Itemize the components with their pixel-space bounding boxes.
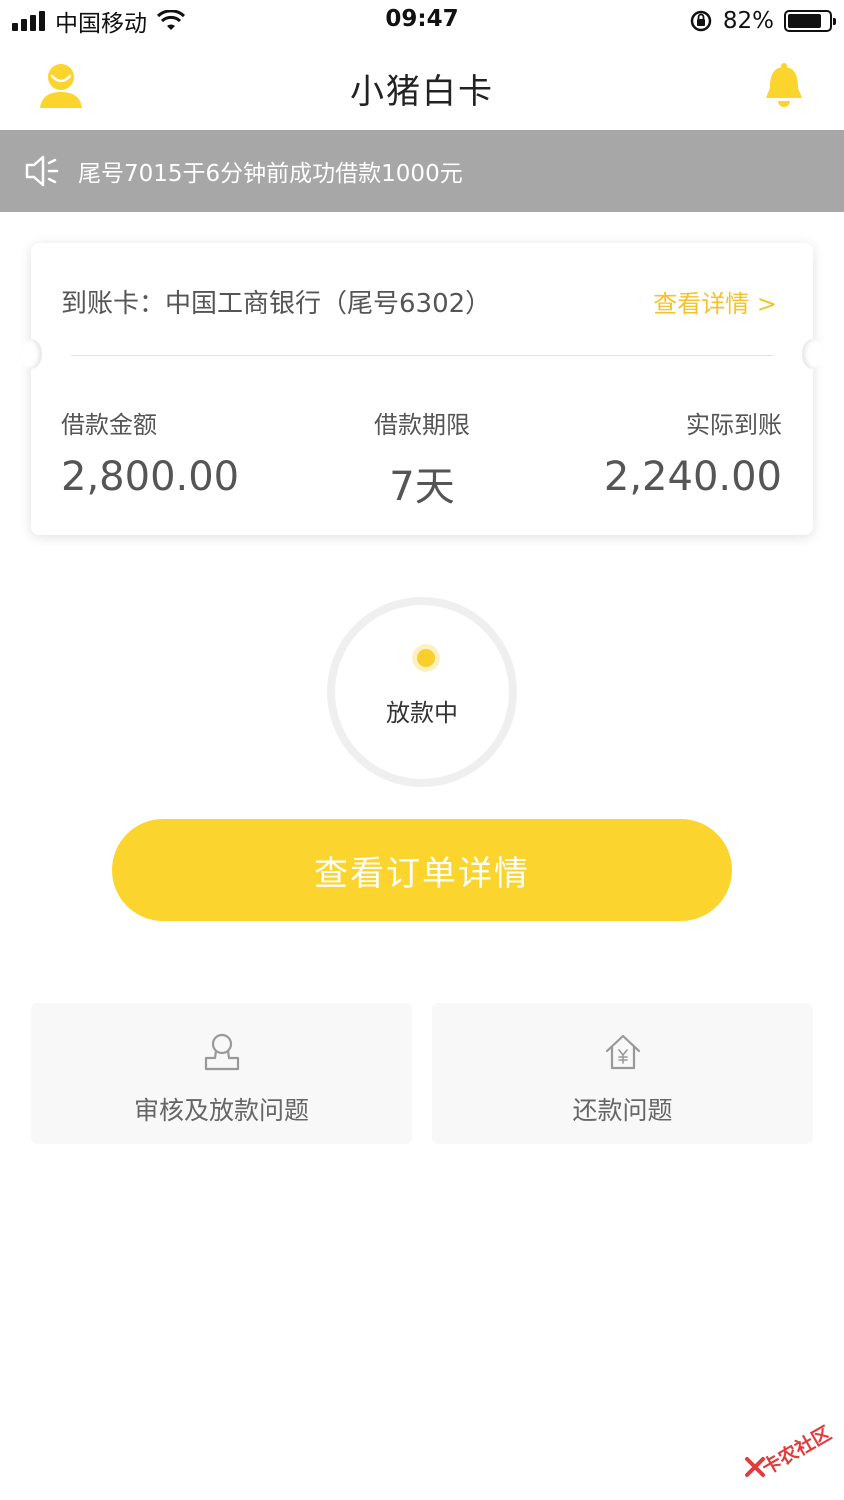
- actual-received-label: 实际到账: [686, 411, 782, 439]
- card-notch-right: [802, 339, 824, 369]
- house-yen-icon: [605, 1034, 641, 1070]
- person-icon: [204, 1033, 240, 1071]
- nav-bar: 小猪白卡: [0, 44, 844, 130]
- status-dot-icon: [417, 649, 435, 667]
- battery-percent: 82%: [722, 8, 774, 34]
- disbursement-status-ring: 放款中: [327, 597, 517, 787]
- loan-info-card: 到账卡：中国工商银行（尾号6302） 查看详情 > 借款金额 2,800.00 …: [20, 243, 824, 535]
- watermark: 卡农社区: [740, 1420, 840, 1490]
- repayment-help-tile[interactable]: 还款问题: [432, 1003, 813, 1144]
- speaker-icon: [25, 155, 59, 187]
- repayment-label: 还款问题: [572, 1096, 673, 1125]
- battery-icon: [784, 10, 836, 32]
- account-row: 到账卡：中国工商银行（尾号6302） 查看详情 >: [61, 283, 777, 319]
- rotation-lock-icon: [690, 10, 712, 32]
- page-title: 小猪白卡: [350, 72, 494, 112]
- notice-text: 尾号7015于6分钟前成功借款1000元: [78, 161, 463, 187]
- notice-bar: 尾号7015于6分钟前成功借款1000元: [0, 130, 844, 212]
- divider: [71, 355, 773, 356]
- card-notch-left: [20, 339, 42, 369]
- status-text: 放款中: [386, 699, 458, 727]
- status-right: 82%: [689, 6, 836, 36]
- bell-icon[interactable]: [762, 62, 806, 110]
- actual-received-value: 2,240.00: [603, 454, 782, 500]
- view-order-details-button[interactable]: 查看订单详情: [112, 819, 732, 921]
- status-bar: 中国移动 09:47 82%: [0, 0, 844, 44]
- watermark-text: 卡农社区: [758, 1422, 836, 1480]
- view-details-link[interactable]: 查看详情 >: [653, 284, 777, 319]
- review-disbursement-label: 审核及放款问题: [133, 1096, 309, 1125]
- actual-received-column: 实际到账 2,240.00: [604, 405, 782, 500]
- review-disbursement-help-tile[interactable]: 审核及放款问题: [31, 1003, 412, 1144]
- receiving-card-label: 到账卡：中国工商银行（尾号6302）: [61, 288, 492, 319]
